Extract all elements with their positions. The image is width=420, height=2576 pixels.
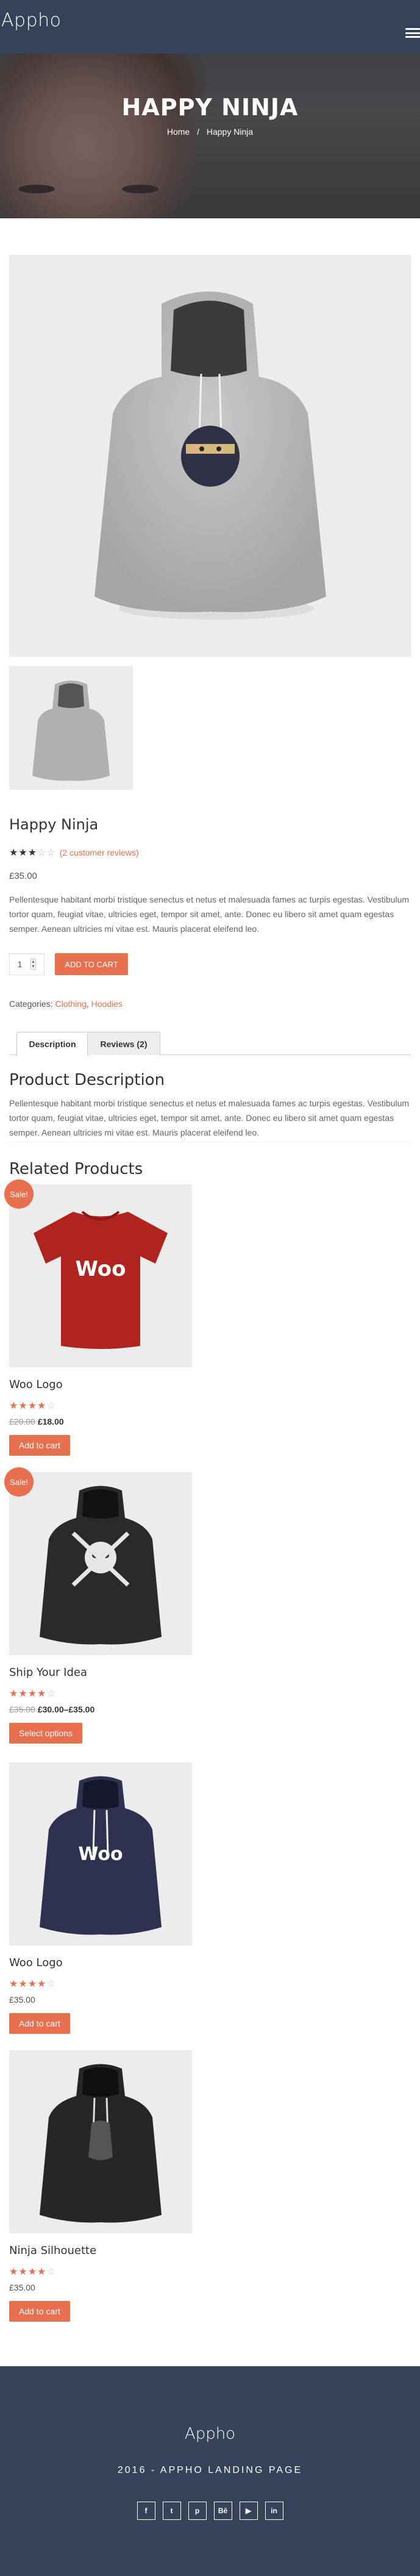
category-link-clothing[interactable]: Clothing	[55, 999, 86, 1009]
breadcrumb-current: Happy Ninja	[206, 127, 254, 137]
add-to-cart-form: 1 ▲ ▼ ADD TO CART	[9, 953, 128, 975]
tab-reviews[interactable]: Reviews (2)	[87, 1032, 160, 1055]
product-name[interactable]: Woo Logo	[9, 1956, 192, 1969]
quantity-stepper[interactable]: 1 ▲ ▼	[9, 953, 44, 975]
star-rating-icon: ★★★★☆	[9, 1689, 56, 1699]
quantity-value: 1	[17, 959, 23, 969]
related-product-card: Sale! Ship Your Idea ★★★★☆ £35.00 £30.00–…	[4, 1467, 192, 1744]
product-categories: Categories: Clothing, Hoodies	[9, 999, 123, 1009]
category-link-hoodies[interactable]: Hoodies	[91, 999, 123, 1009]
select-options-button[interactable]: Select options	[9, 1723, 82, 1744]
product-tabs: Description Reviews (2)	[9, 1032, 411, 1056]
sale-badge: Sale!	[4, 1467, 34, 1497]
description-heading: Product Description	[9, 1071, 165, 1089]
footer-logo[interactable]: Appho	[0, 2425, 420, 2443]
breadcrumb: Home / Happy Ninja	[0, 127, 420, 137]
product-name[interactable]: Ninja Silhouette	[9, 2244, 192, 2257]
product-title: Happy Ninja	[9, 816, 99, 833]
product-price: £35.00	[9, 1995, 35, 2005]
svg-text:Woo: Woo	[78, 1844, 123, 1865]
youtube-icon[interactable]: ▶	[239, 2502, 258, 2520]
related-product-card: Sale! Woo Woo Logo ★★★★☆ £20.00 £18.00 Ad…	[4, 1179, 192, 1456]
page-title: HAPPY NINJA	[121, 94, 299, 121]
site-footer: Appho 2016 - APPHO LANDING PAGE f t p Bē…	[0, 2366, 420, 2576]
behance-icon[interactable]: Bē	[213, 2502, 232, 2520]
linkedin-icon[interactable]: in	[265, 2502, 283, 2520]
sale-badge: Sale!	[4, 1179, 34, 1209]
hamburger-icon[interactable]	[405, 27, 420, 39]
product-main-image[interactable]	[9, 255, 411, 657]
site-header: Appho	[0, 0, 420, 54]
product-image[interactable]: Sale!	[4, 1467, 192, 1655]
star-rating-icon: ★★★☆☆	[9, 848, 56, 858]
quantity-spin-icon[interactable]: ▲ ▼	[30, 959, 37, 970]
star-rating-icon: ★★★★☆	[9, 1979, 56, 1989]
svg-text:Woo: Woo	[75, 1257, 126, 1281]
product-image[interactable]: Woo	[9, 1762, 192, 1945]
product-price: £35.00 £30.00–£35.00	[9, 1705, 95, 1714]
product-name[interactable]: Ship Your Idea	[9, 1666, 192, 1679]
related-product-card: Woo Woo Logo ★★★★☆ £35.00 Add to cart	[9, 1762, 192, 2034]
product-thumbnail[interactable]	[9, 666, 133, 790]
star-rating-icon: ★★★★☆	[9, 1401, 56, 1411]
star-rating-icon: ★★★★☆	[9, 2267, 56, 2277]
description-text: Pellentesque habitant morbi tristique se…	[9, 1098, 410, 1137]
product-image[interactable]: Sale! Woo	[4, 1179, 192, 1367]
page: Appho HAPPY NINJA Home / Happy Ninja Hap…	[0, 0, 420, 2576]
add-to-cart-button[interactable]: ADD TO CART	[55, 953, 128, 975]
product-rating: ★★★☆☆ (2 customer reviews)	[9, 846, 139, 859]
add-to-cart-button[interactable]: Add to cart	[9, 2013, 70, 2034]
social-links: f t p Bē ▶ in	[0, 2502, 420, 2520]
product-image[interactable]	[9, 2050, 192, 2233]
product-price: £35.00	[9, 2283, 35, 2292]
related-product-card: Ninja Silhouette ★★★★☆ £35.00 Add to car…	[9, 2050, 192, 2322]
breadcrumb-home-link[interactable]: Home	[167, 127, 190, 137]
product-price: £20.00 £18.00	[9, 1417, 64, 1426]
site-logo[interactable]: Appho	[1, 10, 61, 31]
facebook-icon[interactable]: f	[137, 2502, 155, 2520]
hero-banner: HAPPY NINJA Home / Happy Ninja	[0, 54, 420, 218]
footer-copyright: 2016 - APPHO LANDING PAGE	[117, 2465, 303, 2475]
breadcrumb-separator: /	[197, 127, 199, 137]
add-to-cart-button[interactable]: Add to cart	[9, 1435, 70, 1456]
product-price: £35.00	[9, 871, 37, 881]
product-short-description: Pellentesque habitant morbi tristique se…	[9, 895, 410, 934]
customer-reviews-link[interactable]: (2 customer reviews)	[60, 848, 139, 857]
add-to-cart-button[interactable]: Add to cart	[9, 2301, 70, 2322]
tab-description[interactable]: Description	[16, 1032, 88, 1056]
product-name[interactable]: Woo Logo	[9, 1378, 192, 1391]
pinterest-icon[interactable]: p	[188, 2502, 207, 2520]
twitter-icon[interactable]: t	[162, 2502, 181, 2520]
related-products-heading: Related Products	[9, 1160, 143, 1178]
